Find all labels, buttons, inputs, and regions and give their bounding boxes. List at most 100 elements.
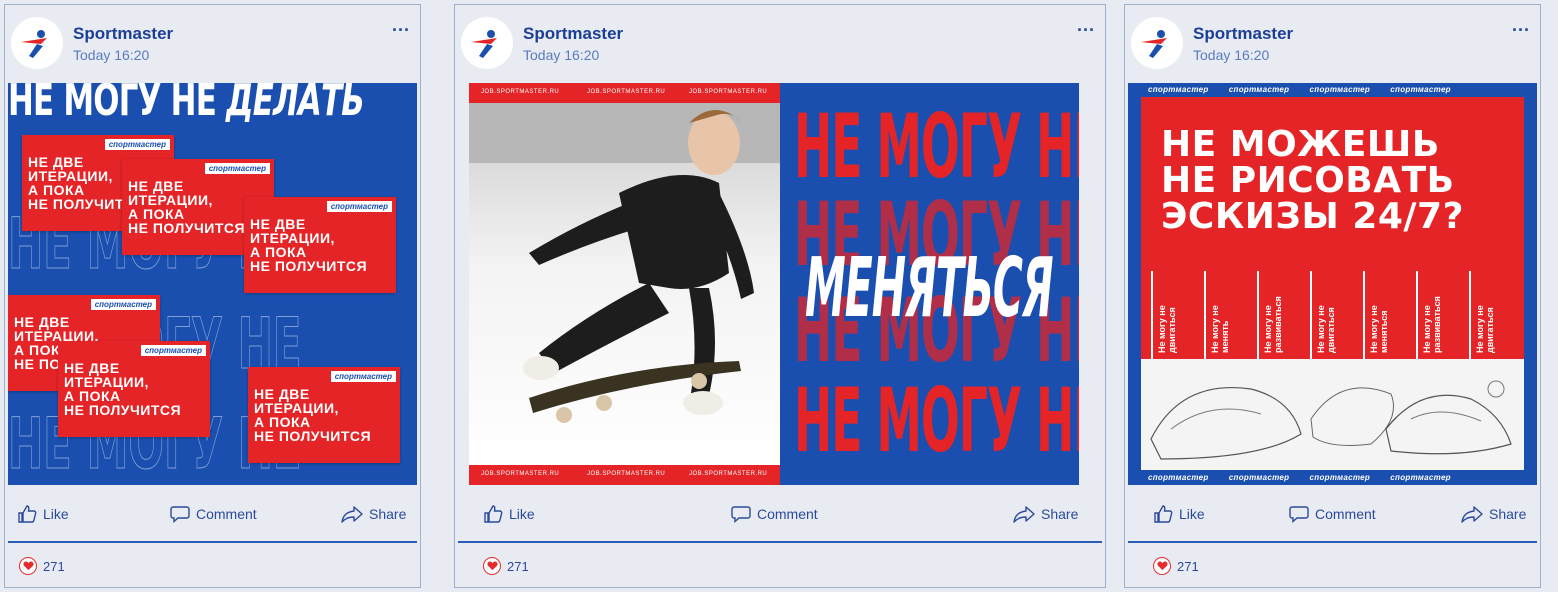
likes-number: 271 xyxy=(1177,558,1199,574)
overlay-word: МЕНЯТЬСЯ xyxy=(805,241,1054,336)
post-card-3: Sportmaster Today 16:20 ... спортмастер … xyxy=(1124,4,1541,588)
post-card-2: Sportmaster Today 16:20 ... JOB.SPORTMAS… xyxy=(454,4,1106,588)
author-name[interactable]: Sportmaster xyxy=(1193,24,1293,44)
vertical-column: Не могу не двигаться xyxy=(1151,271,1208,359)
card-brand-tag: спортмастер xyxy=(326,201,392,212)
vertical-column: Не могу не двигаться xyxy=(1469,271,1526,359)
share-button[interactable]: Share xyxy=(1461,505,1526,523)
comment-button[interactable]: Comment xyxy=(1289,505,1376,523)
vertical-column: Не могу не развиваться xyxy=(1257,271,1314,359)
post-timestamp: Today 16:20 xyxy=(73,47,150,63)
post-actions: Like Comment Share xyxy=(1125,489,1540,539)
skateboarder-illustration xyxy=(469,103,780,423)
poster-headline: НЕ МОЖЕШЬ НЕ РИСОВАТЬ ЭСКИЗЫ 24/7? xyxy=(1161,124,1464,237)
card-brand-tag: спортмастер xyxy=(204,163,270,174)
headline-prefix: НЕ МОГУ НЕ xyxy=(8,83,226,126)
image-headline: НЕ МОГУ НЕ ДЕЛАТЬ xyxy=(8,83,365,126)
sportmaster-logo-avatar[interactable] xyxy=(11,17,63,69)
poster-panel: НЕ МОЖЕШЬ НЕ РИСОВАТЬ ЭСКИЗЫ 24/7? Не мо… xyxy=(1141,97,1524,470)
card-text: НЕ ДВЕИТЕРАЦИИ,А ПОКАНЕ ПОЛУЧИТСЯ xyxy=(250,216,368,274)
comment-icon xyxy=(1289,506,1309,523)
comment-button[interactable]: Comment xyxy=(731,505,818,523)
sportmaster-logo-icon xyxy=(1141,30,1167,58)
share-icon xyxy=(1013,506,1035,523)
post-card-1: Sportmaster Today 16:20 ... НЕ МОГУ НЕ Н… xyxy=(4,4,421,588)
comment-label: Comment xyxy=(196,506,257,522)
post-header: Sportmaster Today 16:20 ... xyxy=(455,5,1105,81)
comment-label: Comment xyxy=(757,506,818,522)
comment-icon xyxy=(170,506,190,523)
like-button[interactable]: Like xyxy=(17,505,69,523)
sneaker-sketch-illustration xyxy=(1150,380,1512,460)
heart-icon xyxy=(19,557,37,575)
share-button[interactable]: Share xyxy=(341,505,406,523)
post-header: Sportmaster Today 16:20 ... xyxy=(1125,5,1540,81)
url-strip: JOB.SPORTMASTER.RU xyxy=(689,89,768,95)
card-brand-tag: спортмастер xyxy=(90,299,156,310)
vertical-column: Не могу не двигаться xyxy=(1310,271,1367,359)
sportmaster-logo-avatar[interactable] xyxy=(461,17,513,69)
vertical-column: Не могу не менять xyxy=(1204,271,1261,359)
sneaker-sketch xyxy=(1141,359,1524,470)
author-name[interactable]: Sportmaster xyxy=(523,24,623,44)
thumbs-up-icon xyxy=(18,505,37,523)
post-image[interactable]: JOB.SPORTMASTER.RU JOB.SPORTMASTER.RU JO… xyxy=(469,83,1079,485)
comment-label: Comment xyxy=(1315,506,1376,522)
divider xyxy=(8,541,417,543)
heart-icon xyxy=(1153,557,1171,575)
sportmaster-logo-avatar[interactable] xyxy=(1131,17,1183,69)
like-button[interactable]: Like xyxy=(1153,505,1205,523)
like-button[interactable]: Like xyxy=(483,505,535,523)
share-label: Share xyxy=(1489,506,1527,522)
post-image[interactable]: НЕ МОГУ НЕ НЕ МОГУ НЕ НЕ МОГУ НЕ НЕ МОГУ… xyxy=(8,83,417,485)
post-actions: Like Comment Share xyxy=(5,489,420,539)
like-label: Like xyxy=(1179,506,1205,522)
likes-count[interactable]: 271 xyxy=(1153,557,1199,575)
skater-photo xyxy=(469,103,780,465)
likes-number: 271 xyxy=(43,558,65,574)
url-strip: JOB.SPORTMASTER.RU xyxy=(587,471,666,477)
likes-count[interactable]: 271 xyxy=(19,557,65,575)
card-text: НЕ ДВЕИТЕРАЦИИ,А ПОКАНЕ ПОЛУЧИТСЯ xyxy=(64,360,182,418)
poster-card: спортмастер НЕ ДВЕИТЕРАЦИИ,А ПОКАНЕ ПОЛУ… xyxy=(248,367,400,463)
more-options-button[interactable]: ... xyxy=(1077,15,1095,36)
heart-icon xyxy=(483,557,501,575)
card-brand-tag: спортмастер xyxy=(140,345,206,356)
url-strip: JOB.SPORTMASTER.RU xyxy=(481,471,560,477)
divider xyxy=(458,541,1102,543)
card-brand-tag: спортмастер xyxy=(330,371,396,382)
divider xyxy=(1128,541,1537,543)
poster-card: спортмастер НЕ ДВЕИТЕРАЦИИ,А ПОКАНЕ ПОЛУ… xyxy=(58,341,210,437)
share-icon xyxy=(341,506,363,523)
share-icon xyxy=(1461,506,1483,523)
brand-strip: спортмастер спортмастер спортмастер спор… xyxy=(1148,473,1451,482)
poster-card: спортмастер НЕ ДВЕИТЕРАЦИИ,А ПОКАНЕ ПОЛУ… xyxy=(244,197,396,293)
headline-italic: ДЕЛАТЬ xyxy=(225,83,365,126)
share-label: Share xyxy=(1041,506,1079,522)
sportmaster-logo-icon xyxy=(471,30,497,58)
card-text: НЕ ДВЕИТЕРАЦИИ,А ПОКАНЕ ПОЛУЧИТСЯ xyxy=(254,386,372,444)
like-label: Like xyxy=(43,506,69,522)
post-header: Sportmaster Today 16:20 ... xyxy=(5,5,420,81)
card-brand-tag: спортмастер xyxy=(104,139,170,150)
brand-strip: спортмастер спортмастер спортмастер спор… xyxy=(1148,85,1451,94)
thumbs-up-icon xyxy=(484,505,503,523)
like-label: Like xyxy=(509,506,535,522)
share-button[interactable]: Share xyxy=(1013,505,1078,523)
repeat-line: НЕ МОГУ НЕ xyxy=(794,369,1079,472)
more-options-button[interactable]: ... xyxy=(392,15,410,36)
author-name[interactable]: Sportmaster xyxy=(73,24,173,44)
likes-number: 271 xyxy=(507,558,529,574)
card-text: НЕ ДВЕИТЕРАЦИИ,А ПОКАНЕ ПОЛУЧИТСЯ xyxy=(128,178,246,236)
vertical-column: Не могу не меняться xyxy=(1363,271,1420,359)
likes-count[interactable]: 271 xyxy=(483,557,529,575)
sportmaster-logo-icon xyxy=(21,30,47,58)
post-actions: Like Comment Share xyxy=(455,489,1105,539)
post-image[interactable]: спортмастер спортмастер спортмастер спор… xyxy=(1128,83,1537,485)
photo-panel: JOB.SPORTMASTER.RU JOB.SPORTMASTER.RU JO… xyxy=(469,83,780,485)
more-options-button[interactable]: ... xyxy=(1512,15,1530,36)
post-timestamp: Today 16:20 xyxy=(523,47,600,63)
comment-icon xyxy=(731,506,751,523)
vertical-column: Не могу не развиваться xyxy=(1416,271,1473,359)
comment-button[interactable]: Comment xyxy=(170,505,257,523)
